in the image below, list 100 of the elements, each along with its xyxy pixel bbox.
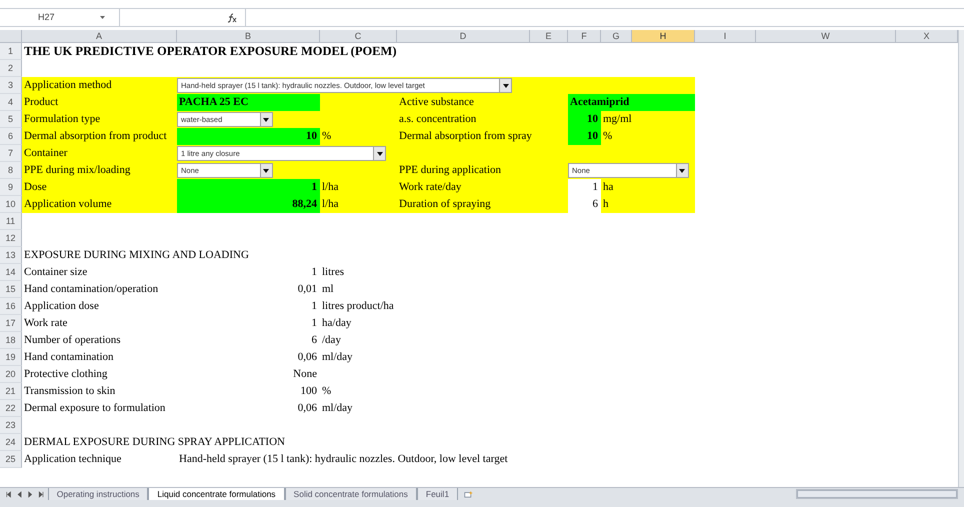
input-cell: 10 — [568, 111, 601, 128]
table-cell-text: 1 — [310, 316, 318, 331]
table-cell-text: Hand contamination — [23, 350, 115, 365]
table-cell-text: Hand-held sprayer (15 l tank): hydraulic nozzles. Outdoor, low level target — [178, 452, 509, 467]
table-cell-text: Work rate/day — [398, 180, 462, 195]
sheet-tab[interactable]: Liquid concentrate formulations — [148, 488, 285, 500]
table-cell-text: 1 — [310, 265, 318, 280]
table-cell-text: 6 — [310, 333, 318, 348]
new-sheet-icon[interactable] — [464, 490, 474, 498]
table-cell-text: Dermal absorption from spray — [398, 129, 533, 144]
row-header[interactable]: 18 — [0, 332, 22, 349]
table-cell-text: Formulation type — [23, 112, 102, 127]
table-cell-text: Application volume — [23, 197, 113, 212]
input-cell: PACHA 25 EC — [177, 94, 320, 111]
column-header[interactable]: C — [320, 30, 397, 42]
table-cell-text: ha — [602, 180, 614, 195]
table-cell-text: ml/day — [321, 350, 354, 365]
table-cell-text: Duration of spraying — [398, 197, 492, 212]
row-header[interactable]: 24 — [0, 434, 22, 451]
table-cell-text: Product — [23, 95, 60, 110]
row-header[interactable]: 9 — [0, 179, 22, 196]
table-cell-text: litres product/ha — [321, 299, 395, 314]
row-header[interactable]: 22 — [0, 400, 22, 417]
table-cell-text: THE UK PREDICTIVE OPERATOR EXPOSURE MODEL (POEM) — [23, 43, 398, 60]
table-cell-text: 0,01 — [296, 282, 318, 297]
column-header[interactable]: D — [397, 30, 530, 42]
table-cell-text: h — [602, 197, 610, 212]
table-cell-text: Number of operations — [23, 333, 122, 348]
dropdown-arrow-icon[interactable] — [679, 168, 686, 172]
function-icon[interactable] — [227, 12, 237, 22]
table-cell-text: a.s. concentration — [398, 112, 478, 127]
row-header[interactable]: 19 — [0, 349, 22, 366]
row-header[interactable]: 2 — [0, 60, 22, 77]
table-cell-text: None — [292, 367, 318, 382]
row-header[interactable]: 11 — [0, 213, 22, 230]
horizontal-scrollbar[interactable] — [796, 489, 958, 499]
row-header[interactable]: 16 — [0, 298, 22, 315]
table-cell-text: % — [602, 129, 614, 144]
table-cell-text: l/ha — [321, 180, 340, 195]
sheet-navigation-icon[interactable] — [6, 490, 44, 498]
sheet-tab[interactable]: Operating instructions — [48, 488, 148, 500]
table-cell-text: % — [321, 129, 332, 144]
table-cell-text: Container — [23, 146, 68, 161]
table-cell-text: % — [321, 384, 332, 399]
table-cell-text: Application technique — [23, 452, 122, 467]
input-cell: 10 — [177, 128, 320, 145]
column-header[interactable]: I — [695, 30, 756, 42]
table-cell-text: PPE during application — [398, 163, 502, 178]
table-cell-text: 100 — [300, 384, 318, 399]
row-header[interactable]: 25 — [0, 451, 22, 468]
row-header[interactable]: 3 — [0, 77, 22, 94]
row-header[interactable]: 15 — [0, 281, 22, 298]
table-cell-text: DERMAL EXPOSURE DURING SPRAY APPLICATION — [23, 435, 286, 450]
sheet-tab[interactable]: Feuil1 — [416, 488, 458, 500]
row-header[interactable]: 1 — [0, 43, 22, 60]
dropdown-arrow-icon[interactable] — [376, 152, 382, 156]
row-header[interactable]: 17 — [0, 315, 22, 332]
table-cell-text: Work rate — [23, 316, 68, 331]
table-cell-text: Transmission to skin — [23, 384, 116, 399]
column-header[interactable]: H — [632, 30, 695, 42]
row-header[interactable]: 8 — [0, 162, 22, 179]
table-cell-text: ml/day — [321, 401, 354, 416]
dropdown-arrow-icon[interactable] — [502, 84, 509, 88]
row-header[interactable]: 21 — [0, 383, 22, 400]
row-header[interactable]: 14 — [0, 264, 22, 281]
table-cell-text: l/ha — [321, 197, 340, 212]
table-cell-text: mg/ml — [602, 112, 633, 127]
column-header[interactable]: E — [530, 30, 568, 42]
dropdown-arrow-icon[interactable] — [263, 168, 270, 172]
input-cell: 1 — [177, 179, 320, 196]
table-cell-text: Container size — [23, 265, 88, 280]
table-cell-text: Active substance — [398, 95, 475, 110]
sheet-tab[interactable]: Solid concentrate formulations — [284, 488, 417, 500]
column-header[interactable]: F — [568, 30, 601, 42]
table-cell-text: 1 — [310, 299, 318, 314]
table-cell-text: Application dose — [23, 299, 100, 314]
table-cell-text: litres — [321, 265, 345, 280]
table-cell-text: Dermal absorption from product — [23, 129, 168, 144]
table-cell-text: ha/day — [321, 316, 352, 331]
table-cell-text: ml — [321, 282, 335, 297]
row-header[interactable]: 20 — [0, 366, 22, 383]
row-header[interactable]: 23 — [0, 417, 22, 434]
column-header[interactable]: A — [22, 30, 177, 42]
row-header[interactable]: 6 — [0, 128, 22, 145]
input-cell: 10 — [568, 128, 601, 145]
row-header[interactable]: 13 — [0, 247, 22, 264]
row-header[interactable]: 10 — [0, 196, 22, 213]
table-cell-text: Dose — [23, 180, 48, 195]
dropdown-arrow-icon[interactable] — [263, 118, 270, 122]
input-cell: 88,24 — [177, 196, 320, 213]
input-cell: Acetamiprid — [568, 94, 695, 111]
table-cell-text: Hand contamination/operation — [23, 282, 160, 297]
table-cell-text: EXPOSURE DURING MIXING AND LOADING — [23, 248, 250, 263]
row-header[interactable]: 12 — [0, 230, 22, 247]
row-header[interactable]: 7 — [0, 145, 22, 162]
column-header[interactable]: W — [756, 30, 896, 42]
table-cell-text: /day — [321, 333, 342, 348]
row-header[interactable]: 4 — [0, 94, 22, 111]
column-header[interactable]: B — [177, 30, 320, 42]
row-header[interactable]: 5 — [0, 111, 22, 128]
